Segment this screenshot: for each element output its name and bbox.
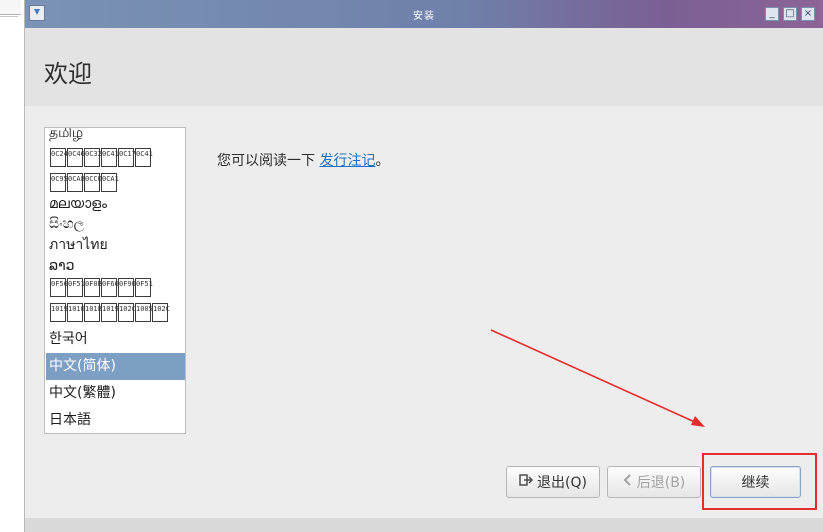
back-button-label: 后退(B) bbox=[636, 475, 686, 491]
page-header: 欢迎 bbox=[25, 28, 823, 106]
tibetan-missing-glyphs: 0F56 0F51 0F0B 0F66 0F90 0F51 bbox=[50, 278, 153, 298]
window-title: 安装 bbox=[413, 11, 435, 22]
release-notes-text: 您可以阅读一下 发行注记。 bbox=[217, 150, 389, 170]
kannada-missing-glyphs: 0C95 0CA8 0CCO 0CA1 bbox=[50, 173, 119, 193]
window-bottom-edge bbox=[25, 518, 823, 532]
language-item-korean[interactable]: 한국어 bbox=[46, 326, 185, 353]
quit-button[interactable]: 退出(Q) bbox=[506, 466, 600, 498]
glyph-box: 0C41 bbox=[135, 148, 153, 167]
glyph-box: 0C95 bbox=[50, 173, 68, 192]
glyph-box: 0F66 bbox=[101, 278, 119, 297]
glyph-box: 0F0B bbox=[84, 278, 102, 297]
language-list[interactable]: தமிழ 0C24 0C46 0C32 0C41 0C17 0C41 0C95 … bbox=[44, 127, 186, 434]
release-notes-suffix: 。 bbox=[375, 153, 390, 169]
installer-window: 安装 _ □ × 欢迎 தமிழ 0C24 0C46 0C32 0C41 0C1… bbox=[25, 0, 823, 532]
quit-button-label: 退出(Q) bbox=[537, 475, 587, 491]
telugu-missing-glyphs: 0C24 0C46 0C32 0C41 0C17 0C41 bbox=[50, 148, 153, 168]
glyph-box: 0C17 bbox=[118, 148, 136, 167]
glyph-box: 0F51 bbox=[135, 278, 153, 297]
page-title: 欢迎 bbox=[44, 60, 92, 88]
back-button[interactable]: 后退(B) bbox=[607, 466, 701, 498]
glyph-box: 0F56 bbox=[50, 278, 68, 297]
glyph-box: 0F90 bbox=[118, 278, 136, 297]
glyph-box: 0C24 bbox=[50, 148, 68, 167]
language-item-japanese[interactable]: 日本語 bbox=[46, 407, 185, 433]
glyph-box: 1010 bbox=[67, 303, 85, 322]
close-button[interactable]: × bbox=[801, 7, 815, 21]
chevron-left-icon bbox=[623, 474, 633, 490]
glyph-box: 1019 bbox=[101, 303, 119, 322]
continue-button-label: 继续 bbox=[741, 475, 770, 491]
glyph-box: 1019 bbox=[50, 303, 68, 322]
continue-button[interactable]: 继续 bbox=[710, 466, 801, 498]
minimize-button[interactable]: _ bbox=[765, 7, 779, 21]
language-item-chinese-traditional[interactable]: 中文(繁體) bbox=[46, 380, 185, 407]
glyph-box: 102C bbox=[118, 303, 136, 322]
glyph-box: 0CCO bbox=[84, 173, 102, 192]
language-item-telugu[interactable]: 0C24 0C46 0C32 0C41 0C17 0C41 bbox=[46, 144, 185, 171]
glyph-box: 0C41 bbox=[101, 148, 119, 167]
language-item-burmese[interactable]: 1019 1010 1018 1019 102C 1005 102C bbox=[46, 299, 185, 326]
glyph-box: 0CA1 bbox=[101, 173, 119, 192]
glyph-box: 102C bbox=[152, 303, 170, 322]
exit-icon bbox=[519, 473, 534, 491]
burmese-missing-glyphs: 1019 1010 1018 1019 102C 1005 102C bbox=[50, 303, 170, 323]
glyph-box: 1005 bbox=[135, 303, 153, 322]
background-window-divider bbox=[0, 16, 18, 17]
background-window-edge bbox=[0, 0, 25, 532]
glyph-box: 0C32 bbox=[84, 148, 102, 167]
release-notes-prefix: 您可以阅读一下 bbox=[217, 153, 320, 169]
language-item-tibetan[interactable]: 0F56 0F51 0F0B 0F66 0F90 0F51 bbox=[46, 274, 185, 301]
background-window-tab bbox=[0, 0, 21, 15]
glyph-box: 0C46 bbox=[67, 148, 85, 167]
glyph-box: 0CA8 bbox=[67, 173, 85, 192]
maximize-button[interactable]: □ bbox=[783, 7, 797, 21]
title-bar[interactable]: 安装 _ □ × bbox=[25, 0, 823, 28]
language-item-chinese-simplified[interactable]: 中文(简体) bbox=[46, 353, 185, 380]
glyph-box: 1018 bbox=[84, 303, 102, 322]
glyph-box: 0F51 bbox=[67, 278, 85, 297]
release-notes-link[interactable]: 发行注记 bbox=[319, 153, 375, 169]
